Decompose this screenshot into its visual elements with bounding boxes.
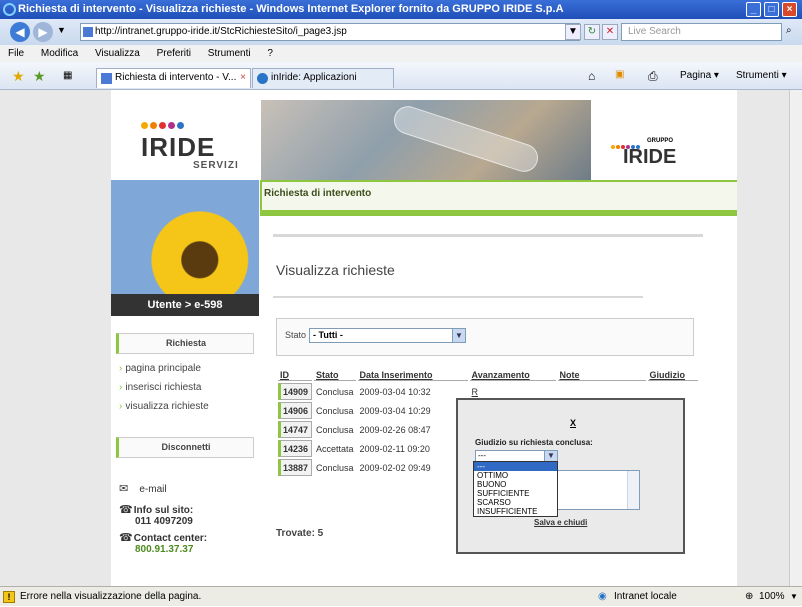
ie-page-icon	[257, 73, 268, 84]
option-empty[interactable]: ---	[474, 462, 557, 471]
print-icon[interactable]: ⎙	[648, 69, 658, 84]
address-dropdown-button[interactable]: ▼	[565, 24, 581, 40]
close-tab-icon[interactable]: ×	[240, 69, 246, 87]
col-data[interactable]: Data Inserimento	[357, 370, 468, 381]
divider	[273, 296, 643, 298]
address-input[interactable]: http://intranet.gruppo-iride.it/StcRichi…	[80, 23, 580, 41]
menu-modifica[interactable]: Modifica	[41, 48, 78, 59]
tab-richiesta[interactable]: Richiesta di intervento - V... ×	[96, 68, 251, 88]
menu-help[interactable]: ?	[267, 48, 273, 59]
tab-label: Richiesta di intervento - V...	[115, 72, 237, 83]
ie-logo-icon	[3, 3, 16, 16]
stato-select[interactable]: - Tutti - ▼	[309, 328, 466, 343]
status-message[interactable]: Errore nella visualizzazione della pagin…	[20, 587, 201, 607]
address-toolbar: ◀ ▶ ▼ http://intranet.gruppo-iride.it/St…	[0, 19, 802, 45]
back-button[interactable]: ◀	[10, 22, 30, 42]
phone-icon: ☎	[119, 504, 133, 516]
col-avanzamento[interactable]: Avanzamento	[469, 370, 556, 381]
menu-visualizza[interactable]: Visualizza	[95, 48, 140, 59]
gruppo-iride-logo: GRUPPO IRIDE	[601, 130, 721, 180]
header-banner-image	[261, 100, 591, 180]
stop-button[interactable]: ✕	[602, 24, 618, 40]
favorites-star-icon[interactable]: ★	[12, 68, 25, 85]
info-sito: ☎ Info sul sito: 011 4097209	[119, 504, 194, 527]
search-input[interactable]: Live Search	[621, 23, 782, 41]
minimize-button[interactable]: _	[746, 2, 761, 17]
nav-link-pagina-principale[interactable]: › pagina principale	[119, 363, 201, 374]
option-ottimo[interactable]: OTTIMO	[474, 471, 557, 480]
divider	[273, 234, 703, 237]
menu-strumenti[interactable]: Strumenti	[208, 48, 251, 59]
page-icon	[101, 73, 112, 84]
email-link[interactable]: ✉ e-mail	[119, 482, 167, 495]
zone-label: Intranet locale	[614, 591, 677, 602]
popup-label: Giudizio su richiesta conclusa:	[475, 438, 593, 447]
refresh-button[interactable]: ↻	[584, 24, 600, 40]
page-title: Visualizza richieste	[276, 262, 395, 278]
history-dropdown-icon[interactable]: ▼	[57, 25, 66, 35]
giudizio-options-list: --- OTTIMO BUONO SUFFICIENTE SCARSO INSU…	[473, 461, 558, 517]
menu-preferiti[interactable]: Preferiti	[157, 48, 191, 59]
warning-icon[interactable]: !	[3, 591, 15, 603]
user-label: Utente > e-598	[111, 294, 259, 316]
home-icon[interactable]: ⌂	[588, 69, 595, 83]
globe-icon: ◉	[598, 591, 607, 602]
quick-tabs-icon[interactable]: ▦	[63, 70, 72, 81]
filter-panel: Stato - Tutti - ▼	[276, 318, 694, 356]
salva-chiudi-button[interactable]: Salva e chiudi	[534, 518, 587, 527]
disconnetti-button[interactable]: Disconnetti	[116, 437, 254, 458]
chevron-down-icon: ▼	[452, 329, 465, 342]
contact-center: ☎ Contact center: 800.91.37.37	[119, 532, 208, 555]
search-placeholder: Live Search	[628, 26, 681, 37]
zoom-dropdown-icon[interactable]: ▼	[790, 587, 798, 607]
sunflower-image	[111, 180, 259, 294]
add-favorites-icon[interactable]: ★	[33, 68, 46, 85]
zoom-icon: ⊕	[745, 591, 754, 602]
search-icon[interactable]: ⌕	[786, 25, 792, 36]
tab-iride-applicazioni[interactable]: inIride: Applicazioni	[252, 68, 394, 88]
nav-link-inserisci-richiesta[interactable]: › inserisci richiesta	[119, 382, 201, 393]
stato-label: Stato	[285, 330, 307, 340]
close-window-button[interactable]: ×	[782, 2, 797, 17]
address-url: http://intranet.gruppo-iride.it/StcRichi…	[95, 26, 347, 37]
richiesta-header: Richiesta	[116, 333, 254, 354]
option-buono[interactable]: BUONO	[474, 480, 557, 489]
col-giudizio[interactable]: Giudizio	[647, 370, 698, 381]
menu-bar: File Modifica Visualizza Preferiti Strum…	[0, 45, 802, 62]
option-sufficiente[interactable]: SUFFICIENTE	[474, 489, 557, 498]
section-header: Richiesta di intervento	[262, 182, 737, 210]
status-bar: ! Errore nella visualizzazione della pag…	[0, 586, 802, 606]
col-note[interactable]: Note	[557, 370, 646, 381]
strumenti-menu[interactable]: Strumenti ▾	[736, 70, 787, 81]
results-count: Trovate: 5	[276, 528, 324, 539]
textarea-scrollbar[interactable]	[627, 471, 639, 509]
feeds-icon[interactable]: ▣	[615, 69, 624, 80]
pagina-menu[interactable]: Pagina ▾	[680, 70, 719, 81]
page-icon	[83, 27, 93, 37]
window-title: Richiesta di intervento - Visualizza ric…	[18, 3, 564, 15]
phone-icon: ☎	[119, 532, 133, 544]
col-stato[interactable]: Stato	[314, 370, 356, 381]
iride-servizi-logo: IRIDE SERVIZI	[111, 100, 259, 180]
nav-link-visualizza-richieste[interactable]: › visualizza richieste	[119, 401, 209, 412]
window-titlebar: Richiesta di intervento - Visualizza ric…	[0, 0, 802, 19]
envelope-icon: ✉	[119, 483, 129, 495]
col-id[interactable]: ID	[278, 370, 312, 381]
section-header-bar: Richiesta di intervento	[260, 180, 737, 216]
tab-bar: ★ ★ ▦ Richiesta di intervento - V... × i…	[0, 62, 802, 90]
forward-button[interactable]: ▶	[33, 22, 53, 42]
tab-label: inIride: Applicazioni	[271, 72, 357, 83]
zoom-level[interactable]: 100%	[759, 587, 785, 607]
option-insufficiente[interactable]: INSUFFICIENTE	[474, 507, 557, 516]
chevron-down-icon: ▼	[544, 451, 557, 461]
vertical-scrollbar[interactable]	[789, 90, 802, 586]
menu-file[interactable]: File	[8, 48, 24, 59]
option-scarso[interactable]: SCARSO	[474, 498, 557, 507]
popup-close-button[interactable]: X	[570, 418, 576, 428]
maximize-button[interactable]: □	[764, 2, 779, 17]
